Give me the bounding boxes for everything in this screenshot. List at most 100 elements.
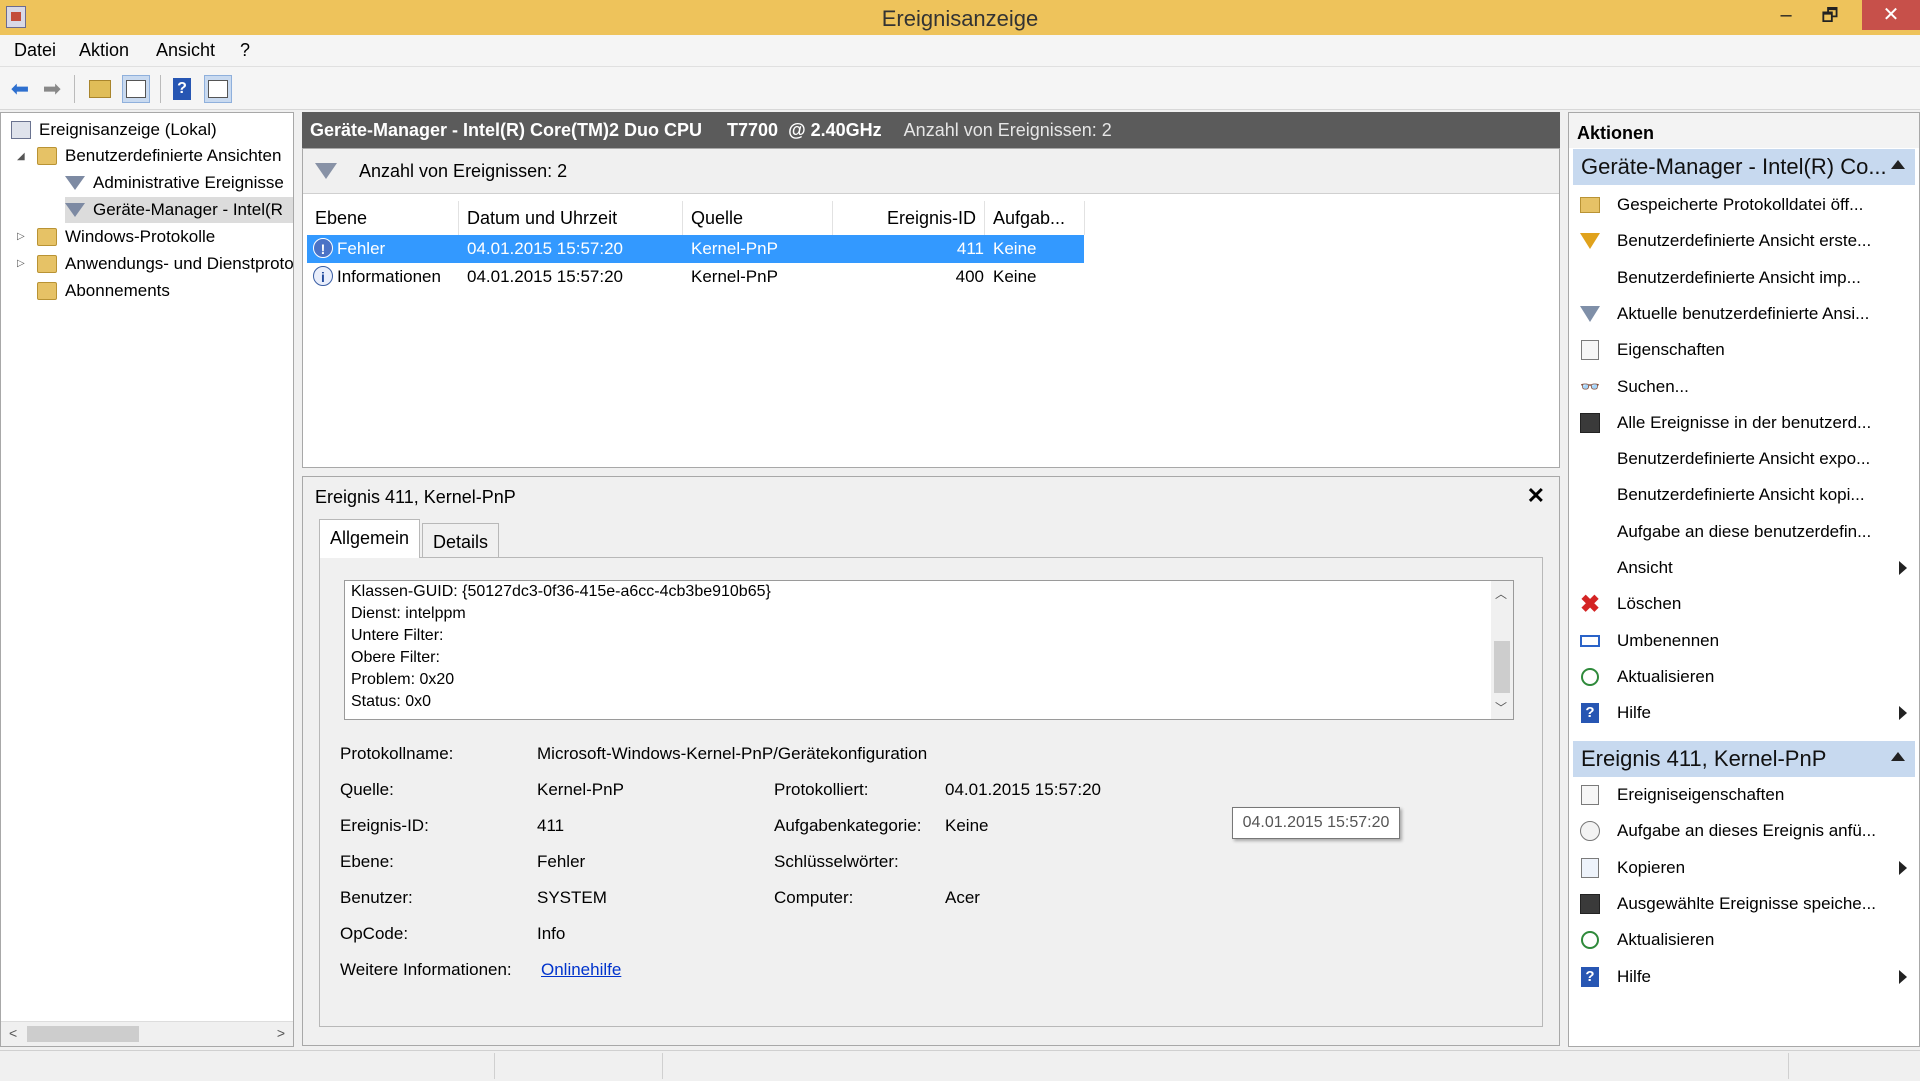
scrollbar-thumb[interactable] — [27, 1026, 139, 1042]
forward-arrow-icon[interactable]: ➡ — [38, 75, 66, 103]
tree-item-label: Windows-Protokolle — [65, 227, 216, 246]
action-item[interactable]: Benutzerdefinierte Ansicht expo... — [1573, 443, 1915, 475]
action-label: Hilfe — [1617, 966, 1652, 986]
actions-section-event[interactable]: Ereignis 411, Kernel-PnP — [1573, 741, 1915, 777]
action-item[interactable]: Aktualisieren — [1573, 661, 1915, 693]
expand-arrow-icon[interactable]: ◢ — [17, 151, 25, 162]
action-label: Umbenennen — [1617, 630, 1720, 650]
action-label: Alle Ereignisse in der benutzerd... — [1617, 412, 1872, 432]
filter-create-icon — [1579, 230, 1601, 252]
help-icon[interactable]: ? — [168, 75, 196, 103]
collapsed-arrow-icon[interactable]: ▷ — [17, 258, 25, 269]
collapsed-arrow-icon[interactable]: ▷ — [17, 231, 25, 242]
scrollbar-thumb[interactable] — [1494, 641, 1510, 693]
menu-help[interactable]: ? — [240, 40, 250, 61]
minimize-button[interactable]: – — [1764, 0, 1808, 30]
tree-item-root[interactable]: Ereignisanzeige (Lokal) — [11, 117, 217, 143]
tab-general[interactable]: Allgemein — [319, 519, 421, 558]
show-action-pane-icon[interactable] — [204, 75, 232, 103]
folder-icon — [37, 282, 57, 300]
tree-item-admin-events[interactable]: Administrative Ereignisse — [65, 170, 293, 196]
action-item[interactable]: Aufgabe an dieses Ereignis anfü... — [1573, 815, 1915, 847]
action-item[interactable]: ? Hilfe — [1573, 697, 1915, 729]
action-item[interactable]: Umbenennen — [1573, 625, 1915, 657]
toolbar: ⬅ ➡ ? — [0, 67, 1920, 110]
menu-aktion[interactable]: Aktion — [79, 40, 129, 61]
cell-event-id: 411 — [956, 239, 984, 258]
value-logged: 04.01.2015 15:57:20 — [945, 780, 1101, 799]
action-item[interactable]: Benutzerdefinierte Ansicht erste... — [1573, 225, 1915, 257]
blank-icon — [1579, 521, 1601, 543]
vertical-scrollbar[interactable]: ︿ ﹀ — [1491, 581, 1513, 719]
action-item[interactable]: Ausgewählte Ereignisse speiche... — [1573, 888, 1915, 920]
view-header: Geräte-Manager - Intel(R) Core(TM)2 Duo … — [302, 112, 1560, 148]
rename-icon — [1579, 630, 1601, 652]
action-item[interactable]: ✖ Löschen — [1573, 588, 1915, 620]
table-row[interactable]: i Informationen 04.01.2015 15:57:20 Kern… — [307, 263, 1084, 291]
event-detail-pane: Ereignis 411, Kernel-PnP ✕ Allgemein Det… — [302, 476, 1560, 1046]
event-description[interactable]: Klassen-GUID: {50127dc3-0f36-415e-a6cc-4… — [344, 580, 1514, 720]
action-item[interactable]: Aktuelle benutzerdefinierte Ansi... — [1573, 298, 1915, 330]
action-item[interactable]: Gespeicherte Protokolldatei öff... — [1573, 189, 1915, 221]
toolbar-separator — [160, 75, 161, 103]
action-label: Gespeicherte Protokolldatei öff... — [1617, 195, 1864, 214]
tab-details[interactable]: Details — [422, 523, 500, 557]
collapse-icon[interactable] — [1891, 160, 1905, 169]
horizontal-scrollbar[interactable]: < > — [1, 1021, 293, 1046]
up-folder-icon[interactable] — [86, 75, 114, 103]
action-item[interactable]: 👓 Suchen... — [1573, 371, 1915, 403]
tooltip: 04.01.2015 15:57:20 — [1232, 807, 1400, 839]
action-item[interactable]: Benutzerdefinierte Ansicht kopi... — [1573, 479, 1915, 511]
scroll-left-icon[interactable]: < — [9, 1025, 17, 1041]
event-viewer-icon — [11, 121, 31, 139]
blank-icon — [1579, 557, 1601, 579]
action-item[interactable]: Kopieren — [1573, 852, 1915, 884]
tree-item-device-manager[interactable]: Geräte-Manager - Intel(R — [65, 197, 293, 223]
tree-item-app-logs[interactable]: Anwendungs- und Dienstprotokolle — [37, 251, 293, 277]
close-button[interactable]: ✕ — [1862, 0, 1920, 30]
tree-item-label: Abonnements — [65, 281, 170, 300]
label-source: Quelle: — [340, 780, 394, 799]
column-header-level[interactable]: Ebene — [307, 201, 459, 235]
close-detail-icon[interactable]: ✕ — [1527, 483, 1545, 509]
actions-section-view[interactable]: Geräte-Manager - Intel(R) Co... — [1573, 149, 1915, 185]
table-row[interactable]: ! Fehler 04.01.2015 15:57:20 Kernel-PnP … — [307, 235, 1084, 263]
save-icon — [1579, 412, 1601, 434]
action-item[interactable]: ? Hilfe — [1573, 961, 1915, 993]
scroll-right-icon[interactable]: > — [277, 1025, 285, 1041]
collapse-icon[interactable] — [1891, 752, 1905, 761]
value-level: Fehler — [537, 852, 586, 871]
column-header-datetime[interactable]: Datum und Uhrzeit — [459, 201, 683, 235]
back-arrow-icon[interactable]: ⬅ — [6, 75, 34, 103]
tree-item-windows-logs[interactable]: Windows-Protokolle — [37, 224, 293, 250]
menu-datei[interactable]: Datei — [14, 40, 56, 61]
show-hide-tree-icon[interactable] — [122, 75, 150, 103]
maximize-button[interactable]: 🗗 — [1808, 0, 1852, 30]
tree-item-label: Administrative Ereignisse — [93, 173, 284, 192]
online-help-link[interactable]: Onlinehilfe — [541, 960, 621, 980]
scroll-down-icon[interactable]: ﹀ — [1495, 699, 1507, 716]
folder-icon — [37, 255, 57, 273]
column-header-source[interactable]: Quelle — [683, 201, 833, 235]
save-icon — [1579, 893, 1601, 915]
tree-item-subscriptions[interactable]: Abonnements — [37, 278, 293, 304]
action-item[interactable]: Benutzerdefinierte Ansicht imp... — [1573, 262, 1915, 294]
action-item[interactable]: Aufgabe an diese benutzerdefin... — [1573, 516, 1915, 548]
cell-event-id: 400 — [955, 267, 984, 286]
label-event-id: Ereignis-ID: — [340, 816, 429, 835]
action-item[interactable]: Ansicht — [1573, 552, 1915, 584]
navigation-tree: Ereignisanzeige (Lokal) ◢ Benutzerdefini… — [0, 112, 294, 1047]
blank-icon — [1579, 484, 1601, 506]
action-item[interactable]: Aktualisieren — [1573, 924, 1915, 956]
column-header-event-id[interactable]: Ereignis-ID — [833, 201, 985, 235]
scroll-up-icon[interactable]: ︿ — [1495, 585, 1507, 602]
action-item[interactable]: Ereigniseigenschaften — [1573, 779, 1915, 811]
filter-count: Anzahl von Ereignissen: 2 — [359, 160, 568, 181]
tree-item-custom-views[interactable]: Benutzerdefinierte Ansichten — [37, 143, 293, 169]
column-header-task[interactable]: Aufgab... — [985, 201, 1085, 235]
action-item[interactable]: Alle Ereignisse in der benutzerd... — [1573, 407, 1915, 439]
menu-ansicht[interactable]: Ansicht — [156, 40, 215, 61]
cell-task: Keine — [993, 239, 1037, 258]
action-item[interactable]: Eigenschaften — [1573, 334, 1915, 366]
label-task-category: Aufgabenkategorie: — [774, 816, 922, 835]
